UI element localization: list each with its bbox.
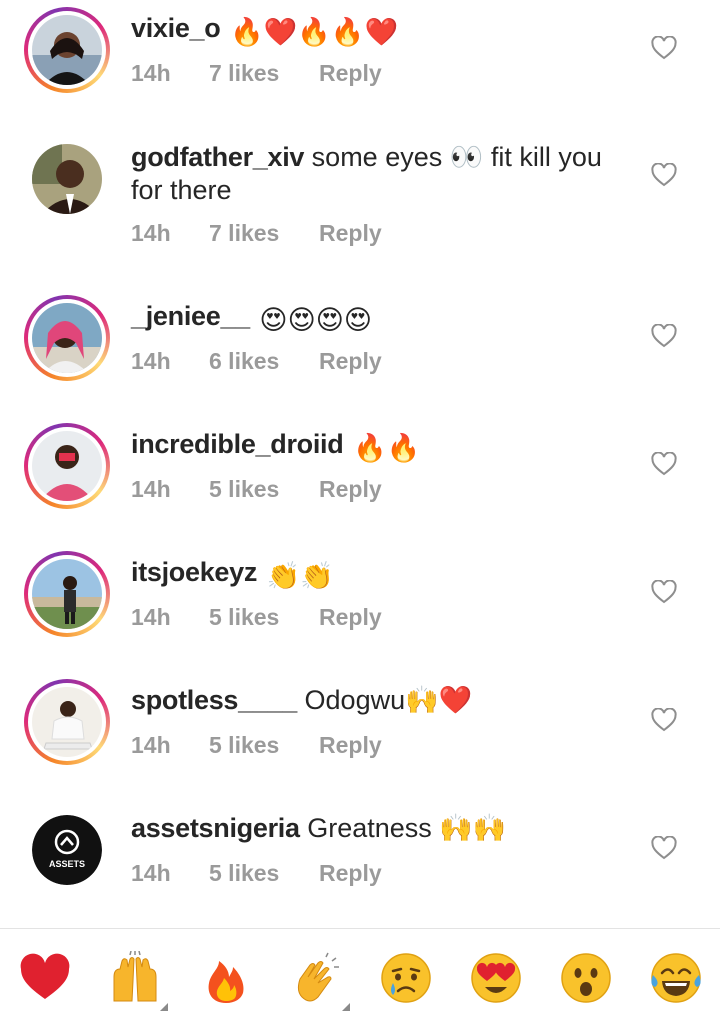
like-heart-icon[interactable] — [651, 580, 677, 604]
comment-likes-count[interactable]: 5 likes — [209, 860, 319, 887]
variant-indicator — [342, 1003, 350, 1011]
reaction-fire-icon[interactable] — [199, 951, 253, 1005]
comment-emoji: 😍😍😍😍 — [259, 305, 373, 335]
avatar-story-ring[interactable] — [24, 423, 110, 509]
assets-logo-text: ASSETS — [49, 859, 85, 869]
like-heart-icon[interactable] — [651, 36, 677, 60]
comment-username[interactable]: _jeniee__ — [131, 301, 250, 331]
comment-likes-count[interactable]: 7 likes — [209, 60, 319, 87]
avatar[interactable]: ASSETS — [32, 815, 102, 885]
avatar — [32, 687, 102, 757]
comment-likes-count[interactable]: 6 likes — [209, 348, 319, 375]
reaction-red-heart-icon[interactable] — [18, 951, 72, 1005]
avatar-story-ring[interactable] — [24, 7, 110, 93]
reply-button[interactable]: Reply — [319, 604, 382, 631]
comment-timestamp: 14h — [131, 604, 171, 630]
like-heart-icon[interactable] — [651, 163, 677, 187]
comment-username[interactable]: vixie_o — [131, 13, 221, 43]
reaction-clapping-hands-icon[interactable] — [290, 951, 350, 1011]
reply-button[interactable]: Reply — [319, 348, 382, 375]
comment-timestamp: 14h — [131, 60, 171, 86]
avatar-story-ring[interactable] — [24, 679, 110, 765]
comment-timestamp: 14h — [131, 732, 171, 758]
reaction-astonished-face-icon[interactable] — [559, 951, 613, 1005]
comment-username[interactable]: assetsnigeria — [131, 813, 300, 843]
reaction-crying-face-icon[interactable] — [379, 951, 433, 1005]
comment-likes-count[interactable]: 7 likes — [209, 220, 319, 247]
comment-likes-count[interactable]: 5 likes — [209, 476, 319, 503]
reply-button[interactable]: Reply — [319, 476, 382, 503]
comment-likes-count[interactable]: 5 likes — [209, 732, 319, 759]
avatar-story-ring[interactable] — [24, 551, 110, 637]
like-heart-icon[interactable] — [651, 708, 677, 732]
comment-likes-count[interactable]: 5 likes — [209, 604, 319, 631]
comment-username[interactable]: godfather_xiv — [131, 142, 304, 172]
reply-button[interactable]: Reply — [319, 220, 382, 247]
like-heart-icon[interactable] — [651, 836, 677, 860]
avatar-story-ring[interactable] — [24, 295, 110, 381]
comment-timestamp: 14h — [131, 220, 171, 246]
comment-emoji: 🔥🔥 — [352, 433, 421, 463]
reply-button[interactable]: Reply — [319, 732, 382, 759]
comment-text: Odogwu🙌❤️ — [304, 685, 473, 715]
comment-timestamp: 14h — [131, 348, 171, 374]
variant-indicator — [160, 1003, 168, 1011]
avatar — [32, 431, 102, 501]
avatar — [32, 559, 102, 629]
like-heart-icon[interactable] — [651, 452, 677, 476]
avatar — [32, 303, 102, 373]
comment-username[interactable]: spotless____ — [131, 685, 297, 715]
comment-username[interactable]: incredible_droiid — [131, 429, 344, 459]
reaction-heart-eyes-icon[interactable] — [469, 951, 523, 1005]
reply-button[interactable]: Reply — [319, 60, 382, 87]
reaction-tears-of-joy-icon[interactable] — [649, 951, 703, 1005]
avatar — [32, 15, 102, 85]
quick-reaction-bar — [0, 929, 720, 1021]
avatar[interactable] — [32, 144, 102, 214]
comment-username[interactable]: itsjoekeyz — [131, 557, 257, 587]
reaction-raising-hands-icon[interactable] — [108, 950, 168, 1011]
comment-emoji: 👏👏 — [266, 561, 334, 591]
comment-timestamp: 14h — [131, 860, 171, 886]
comment-text: Greatness 🙌🙌 — [307, 813, 507, 843]
reply-button[interactable]: Reply — [319, 860, 382, 887]
comment-emoji: 🔥❤️🔥🔥❤️ — [229, 17, 399, 47]
like-heart-icon[interactable] — [651, 324, 677, 348]
comment-timestamp: 14h — [131, 476, 171, 502]
